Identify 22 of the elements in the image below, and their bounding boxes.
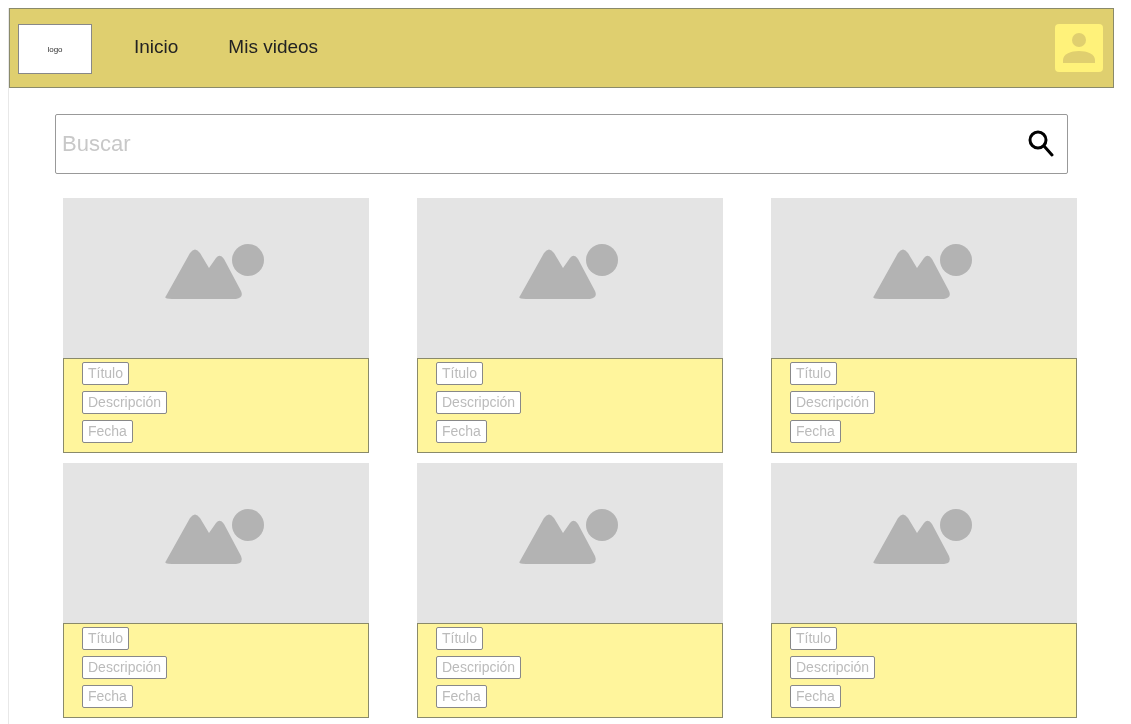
title-label: Título [82, 627, 129, 650]
description-label: Descripción [790, 391, 876, 414]
date-label: Fecha [436, 685, 487, 708]
description-label: Descripción [82, 656, 168, 679]
date-label: Fecha [436, 420, 487, 443]
nav-link[interactable]: Mis videos [228, 36, 319, 58]
date-label: Fecha [790, 685, 841, 708]
description-label: Descripción [82, 391, 168, 414]
date-label: Fecha [82, 420, 133, 443]
description-label: Descripción [790, 656, 876, 679]
description-label: Descripción [436, 656, 522, 679]
date-label: Fecha [790, 420, 841, 443]
date-label: Fecha [82, 685, 133, 708]
logo[interactable]: logo [18, 24, 92, 74]
title-label: Título [436, 627, 483, 650]
title-label: Título [82, 362, 129, 385]
description-label: Descripción [436, 391, 522, 414]
title-label: Título [436, 362, 483, 385]
title-label: Título [790, 362, 837, 385]
title-label: Título [790, 627, 837, 650]
nav-link[interactable]: Inicio [134, 36, 179, 58]
search-icon[interactable] [1028, 130, 1054, 158]
